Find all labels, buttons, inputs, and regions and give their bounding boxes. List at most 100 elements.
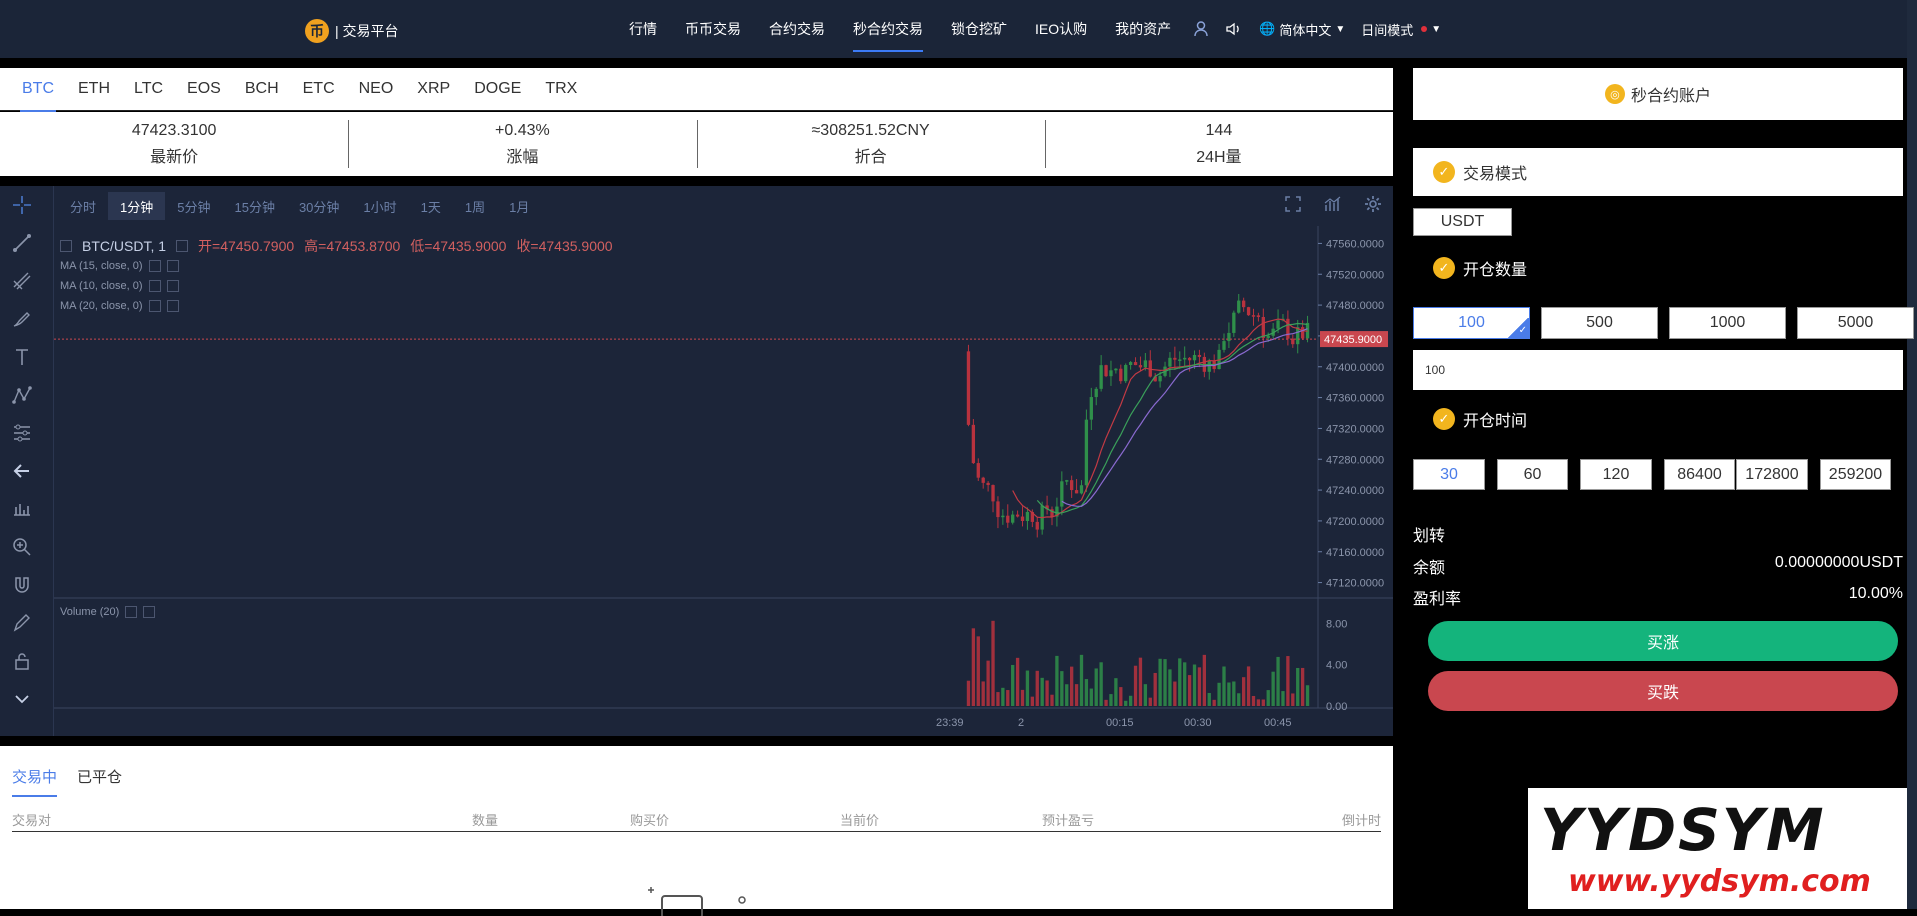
coin-tab-bch[interactable]: BCH bbox=[233, 68, 291, 111]
coin-tab-trx[interactable]: TRX bbox=[533, 68, 589, 111]
close-icon[interactable] bbox=[166, 280, 179, 292]
buy-up-button[interactable]: 买涨 bbox=[1428, 621, 1898, 661]
ma10-legend: MA (10, close, 0) bbox=[60, 280, 179, 292]
coin-tab-btc[interactable]: BTC bbox=[10, 68, 66, 112]
qty-input[interactable]: 100 bbox=[1413, 350, 1903, 390]
candle-body bbox=[1015, 514, 1020, 517]
theme-select[interactable]: 日间模式 ▼ bbox=[1353, 0, 1449, 58]
volume-bar bbox=[1040, 677, 1044, 706]
crosshair-icon[interactable] bbox=[0, 186, 44, 224]
page-scrollbar[interactable] bbox=[1907, 0, 1917, 909]
measure-icon[interactable] bbox=[0, 414, 44, 452]
close-icon[interactable] bbox=[143, 606, 156, 618]
buy-down-button[interactable]: 买跌 bbox=[1428, 671, 1898, 711]
coins-icon: ◎ bbox=[1604, 84, 1625, 104]
tf-30m[interactable]: 30分钟 bbox=[287, 192, 351, 220]
settings-icon[interactable] bbox=[176, 240, 189, 252]
volume-bar bbox=[1094, 668, 1098, 706]
qty-option-1000[interactable]: 1000 bbox=[1669, 307, 1786, 339]
tf-5m[interactable]: 5分钟 bbox=[165, 192, 222, 220]
col-pair: 交易对 bbox=[12, 813, 52, 828]
volume-bar bbox=[1074, 684, 1079, 706]
profit-row: 盈利率 10.00% bbox=[1413, 585, 1903, 609]
volume-bar bbox=[991, 620, 995, 706]
tf-line[interactable]: 分时 bbox=[58, 192, 108, 220]
tab-closed-orders[interactable]: 已平仓 bbox=[77, 766, 122, 797]
tab-open-orders[interactable]: 交易中 bbox=[12, 766, 58, 797]
transfer-link[interactable]: 划转 bbox=[1413, 522, 1445, 546]
coin-tab-etc[interactable]: ETC bbox=[291, 68, 347, 111]
tf-1m[interactable]: 1分钟 bbox=[108, 192, 166, 220]
close-icon[interactable] bbox=[166, 260, 179, 272]
chart-canvas[interactable]: 47560.000047520.000047480.000047440.0000… bbox=[0, 186, 1393, 736]
collapse-icon[interactable] bbox=[60, 240, 72, 252]
nav-second-contract[interactable]: 秒合约交易 bbox=[839, 0, 937, 58]
currency-button[interactable]: USDT bbox=[1413, 208, 1512, 236]
pattern-icon[interactable] bbox=[0, 376, 44, 414]
settings-icon[interactable] bbox=[148, 300, 161, 312]
fib-icon[interactable] bbox=[0, 262, 44, 300]
close-icon[interactable] bbox=[166, 300, 179, 312]
trend-line-icon[interactable] bbox=[0, 224, 44, 262]
unlock-icon[interactable] bbox=[0, 642, 44, 680]
market-stats: 47423.3100 最新价 +0.43% 涨幅 ≈308251.52CNY 折… bbox=[0, 112, 1393, 176]
user-icon[interactable] bbox=[1185, 0, 1217, 58]
tf-15m[interactable]: 15分钟 bbox=[222, 192, 286, 220]
time-option-60[interactable]: 60 bbox=[1497, 459, 1568, 490]
candle-body bbox=[1237, 300, 1241, 313]
coin-tab-eos[interactable]: EOS bbox=[175, 68, 233, 111]
coin-tab-ltc[interactable]: LTC bbox=[122, 68, 175, 111]
time-option-259200[interactable]: 259200 bbox=[1820, 459, 1891, 490]
logo[interactable]: 币 | 交易平台 bbox=[305, 19, 399, 43]
qty-option-500[interactable]: 500 bbox=[1541, 307, 1658, 339]
sound-icon[interactable] bbox=[1217, 0, 1251, 58]
nav-ieo[interactable]: IEO认购 bbox=[1021, 0, 1101, 58]
settings-icon[interactable] bbox=[148, 280, 161, 292]
nav-staking[interactable]: 锁仓挖矿 bbox=[937, 0, 1021, 58]
time-option-120[interactable]: 120 bbox=[1580, 459, 1652, 490]
nav-assets[interactable]: 我的资产 bbox=[1101, 0, 1185, 58]
qty-option-5000[interactable]: 5000 bbox=[1797, 307, 1914, 339]
tf-1mo[interactable]: 1月 bbox=[497, 192, 541, 220]
time-option-86400[interactable]: 86400 bbox=[1664, 459, 1735, 490]
brush-icon[interactable] bbox=[0, 300, 44, 338]
tf-1d[interactable]: 1天 bbox=[409, 192, 453, 220]
zoom-in-icon[interactable] bbox=[0, 528, 44, 566]
volume-bar bbox=[1276, 656, 1280, 706]
trade-mode[interactable]: ✓ 交易模式 bbox=[1413, 148, 1903, 196]
indicator-icon[interactable] bbox=[1323, 194, 1343, 214]
time-option-30[interactable]: 30 bbox=[1413, 459, 1485, 490]
nav-market[interactable]: 行情 bbox=[615, 0, 671, 58]
coin-tab-doge[interactable]: DOGE bbox=[462, 68, 533, 111]
account-header[interactable]: ◎ 秒合约账户 bbox=[1413, 68, 1903, 120]
candle-body bbox=[1001, 515, 1005, 518]
coin-tab-neo[interactable]: NEO bbox=[347, 68, 406, 111]
tf-1w[interactable]: 1周 bbox=[453, 192, 497, 220]
pencil-lock-icon[interactable] bbox=[0, 604, 44, 642]
price-tick-label: 47200.0000 bbox=[1326, 516, 1384, 528]
fullscreen-icon[interactable] bbox=[1283, 194, 1303, 214]
candle-body bbox=[1251, 315, 1256, 317]
gear-icon[interactable] bbox=[1363, 194, 1383, 214]
nav-spot[interactable]: 币币交易 bbox=[671, 0, 755, 58]
qty-option-100[interactable]: 100 bbox=[1413, 307, 1530, 339]
ruler-icon[interactable] bbox=[0, 490, 44, 528]
candle-body bbox=[1197, 354, 1202, 357]
kline-chart[interactable]: 47560.000047520.000047480.000047440.0000… bbox=[0, 186, 1393, 736]
time-option-172800[interactable]: 172800 bbox=[1736, 459, 1808, 490]
language-select[interactable]: 🌐 简体中文 ▼ bbox=[1251, 0, 1353, 58]
back-arrow-icon[interactable] bbox=[0, 452, 44, 490]
nav-contract[interactable]: 合约交易 bbox=[755, 0, 839, 58]
text-icon[interactable] bbox=[0, 338, 44, 376]
magnet-icon[interactable] bbox=[0, 566, 44, 604]
candle-body bbox=[1296, 327, 1300, 345]
settings-icon[interactable] bbox=[125, 606, 138, 618]
col-estimated-pnl: 预计盈亏 bbox=[1042, 813, 1095, 828]
settings-icon[interactable] bbox=[148, 260, 161, 272]
volume-bar bbox=[1138, 657, 1143, 706]
tf-1h[interactable]: 1小时 bbox=[351, 192, 408, 220]
chevron-down-icon[interactable] bbox=[0, 680, 44, 718]
check-icon: ✓ bbox=[1433, 257, 1455, 279]
coin-tab-xrp[interactable]: XRP bbox=[405, 68, 462, 111]
coin-tab-eth[interactable]: ETH bbox=[66, 68, 122, 111]
